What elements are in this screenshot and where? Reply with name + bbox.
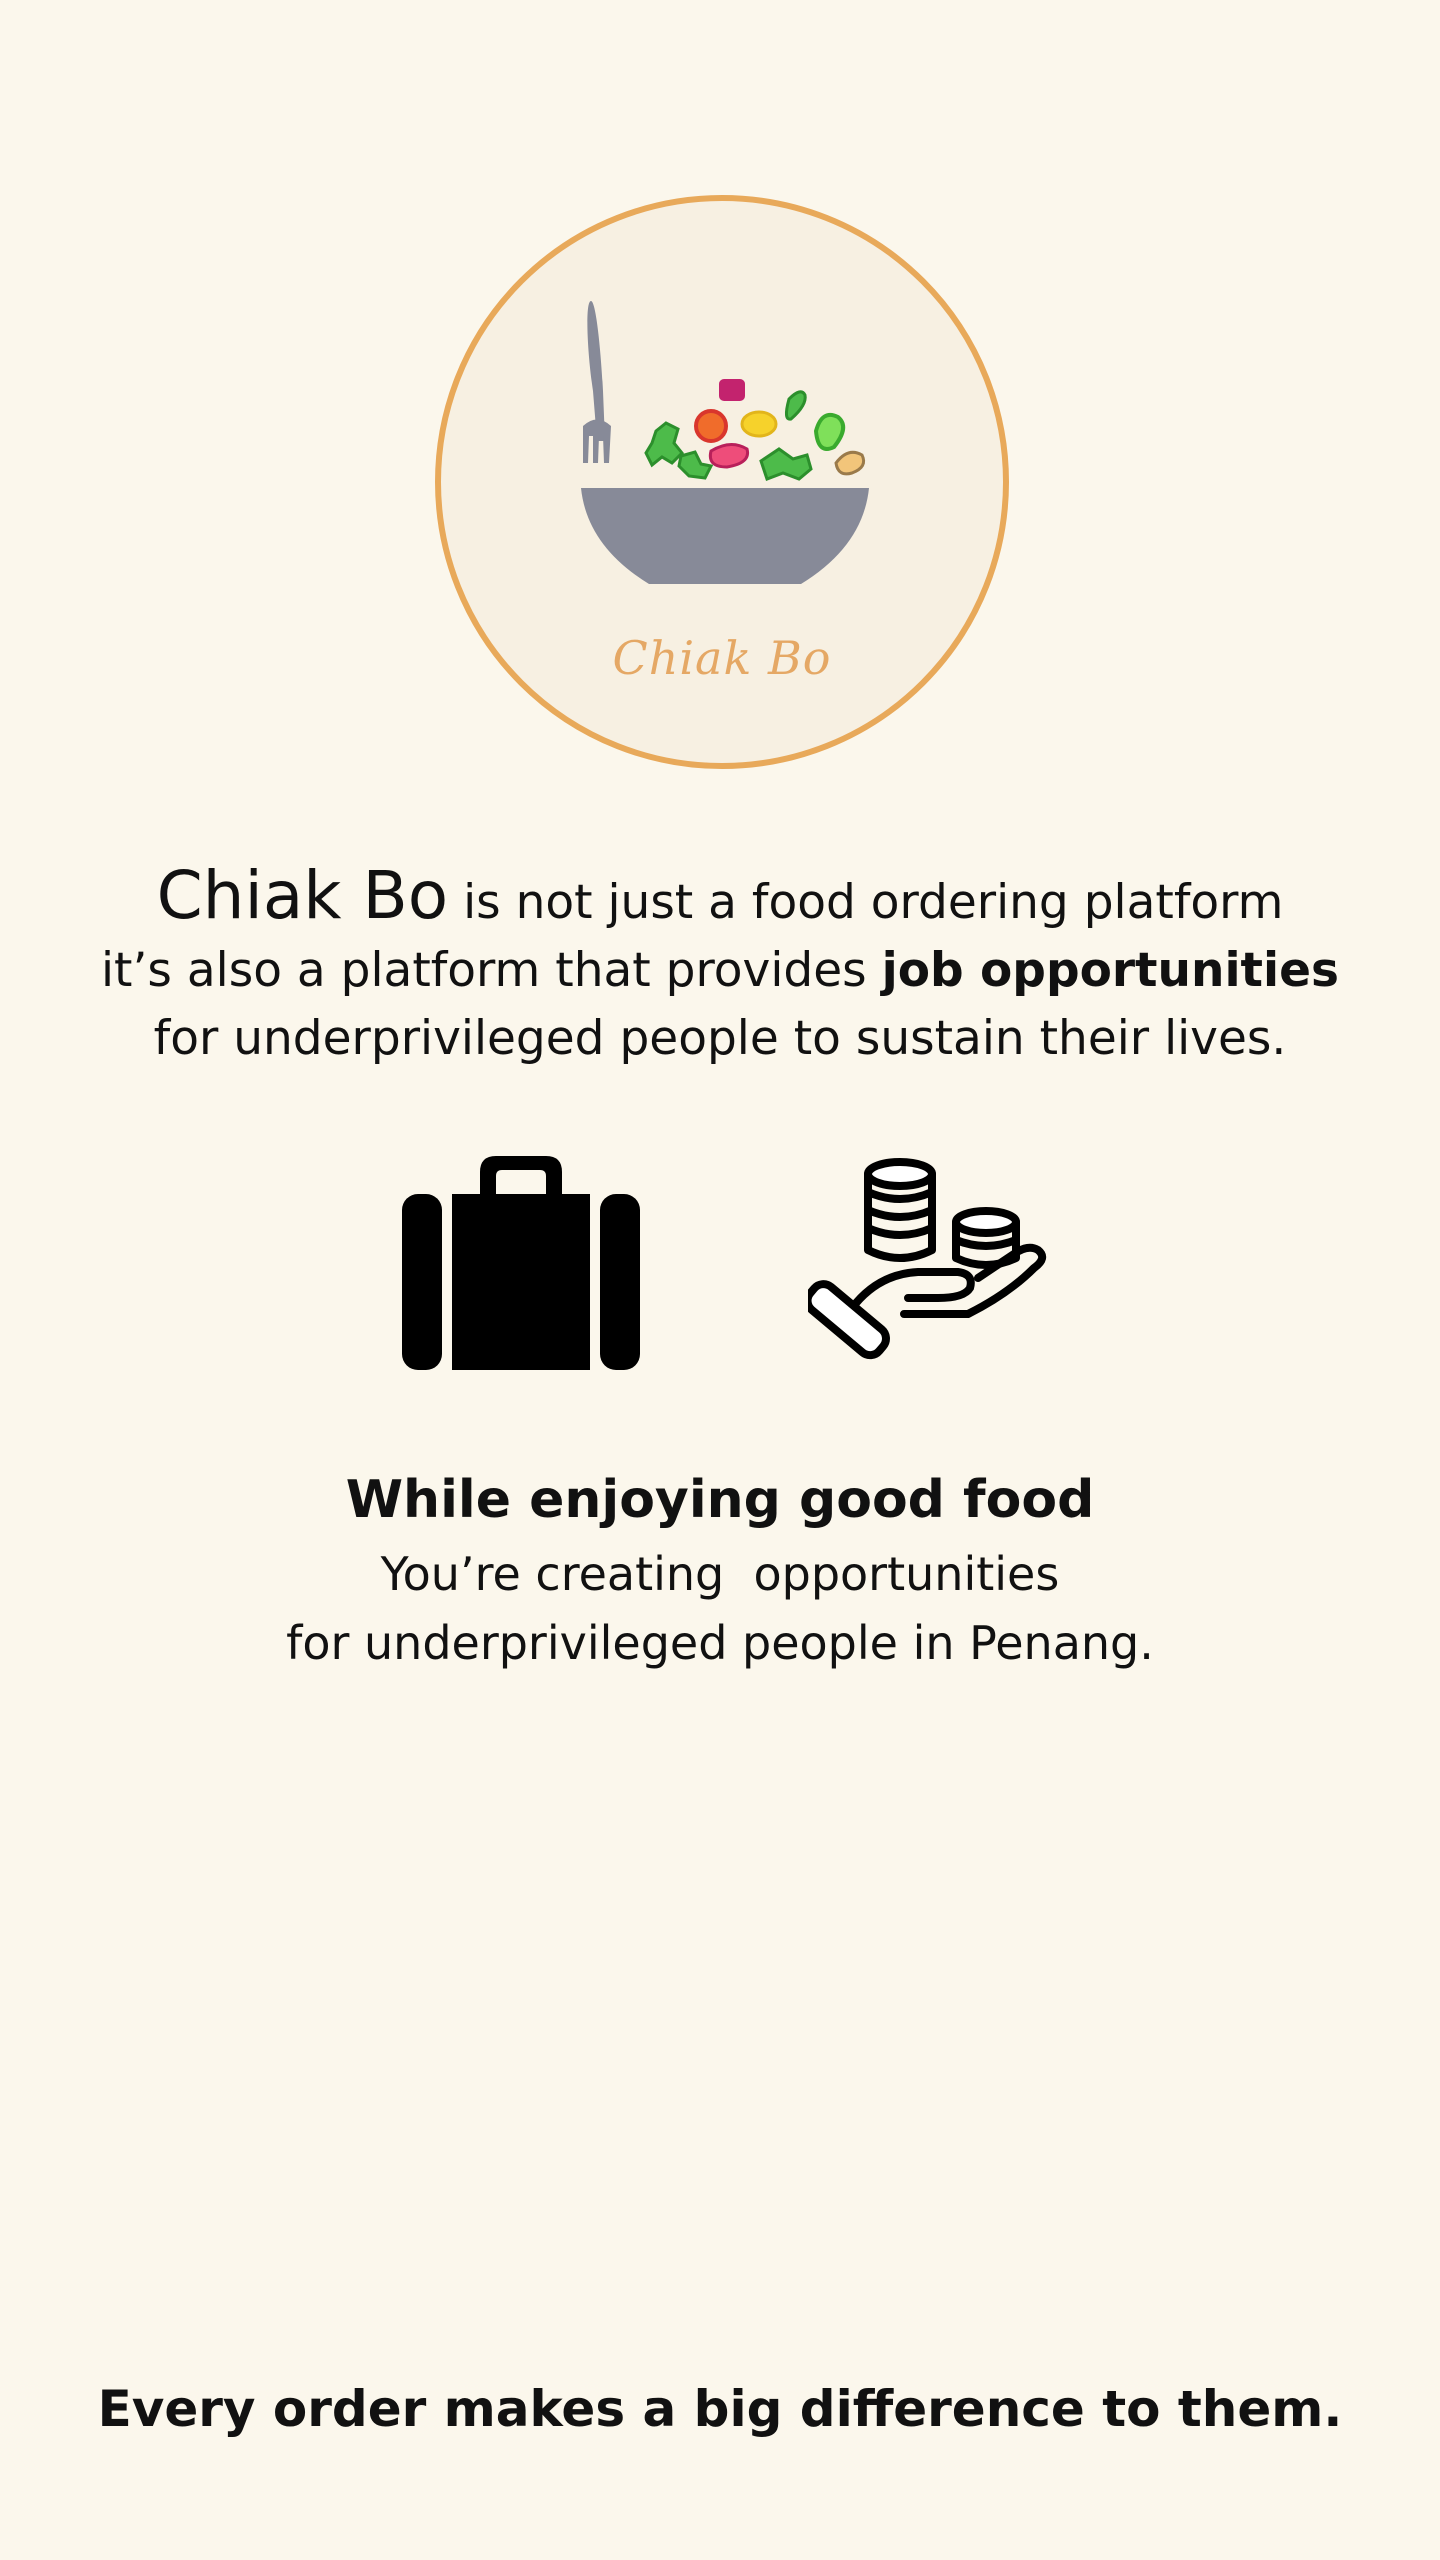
intro-line-1-text: is not just a food ordering platform [448,875,1284,930]
intro-line-3: for underprivileged people to sustain th… [153,1011,1287,1066]
highlight-text: You’re creating opportunities for underp… [60,1540,1380,1678]
intro-paragraph: Chiak Bo is not just a food ordering pla… [60,862,1380,1073]
highlight-line-1: You’re creating opportunities [380,1547,1060,1601]
intro-line-2: it’s also a platform that provides job o… [60,937,1380,1005]
bowl-shape [581,488,869,584]
brand-name: Chiak Bo [156,857,449,934]
logo-wordmark: Chiak Bo [612,631,832,685]
footer-message: Every order makes a big difference to th… [97,2380,1343,2438]
job-opportunities-highlight: job opportunities [881,943,1339,998]
salad-bowl-icon [581,301,869,584]
intro-line-1: Chiak Bo is not just a food ordering pla… [60,862,1380,937]
highlight-line-2: for underprivileged people in Penang. [286,1616,1154,1670]
highlight-title: While enjoying good food [345,1470,1095,1530]
fork-icon [583,301,611,463]
brand-logo: Chiak Bo [435,195,1009,769]
hand-coins-icon [808,1158,1047,1360]
feature-icons [0,1140,1440,1380]
briefcase-icon [402,1156,640,1370]
salad-pieces [644,379,866,481]
intro-line-2-text: it’s also a platform that provides [101,943,882,998]
